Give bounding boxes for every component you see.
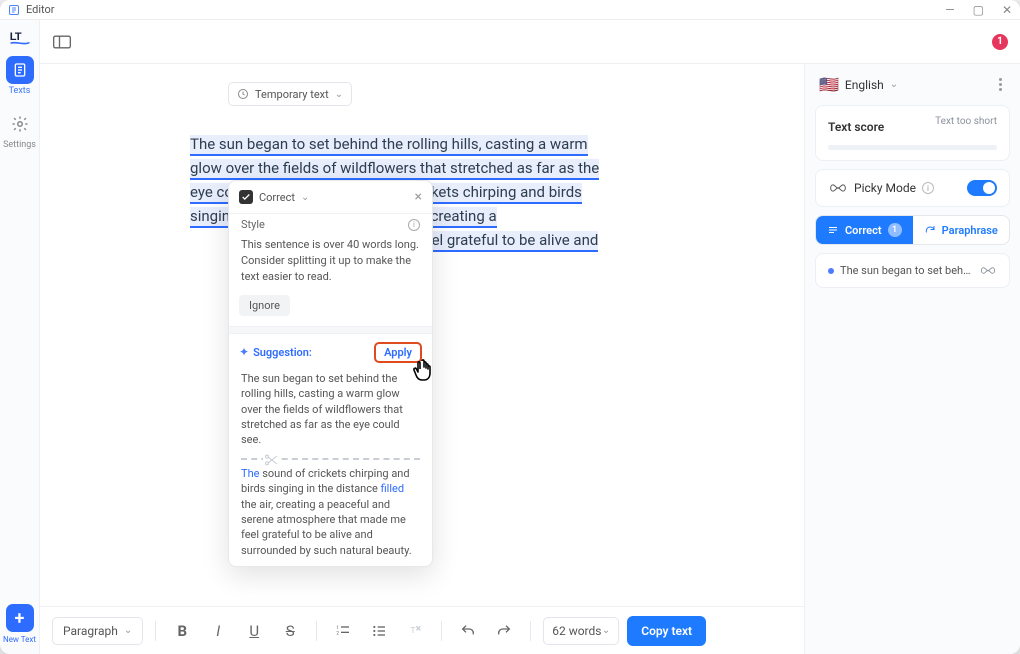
texts-nav-label: Texts	[9, 86, 31, 96]
italic-button[interactable]: I	[204, 617, 232, 645]
top-bar: 1	[40, 20, 1020, 64]
score-bar	[828, 145, 997, 150]
word-count-label: 62 words	[552, 624, 601, 638]
lines-icon	[827, 224, 839, 236]
score-title: Text score	[828, 120, 884, 134]
issue-dot-icon	[828, 268, 834, 274]
popup-type-label: Correct	[259, 191, 295, 204]
svg-text:LT: LT	[9, 31, 21, 43]
more-menu-button[interactable]	[995, 74, 1006, 95]
language-select[interactable]: English	[845, 78, 884, 92]
copy-text-button[interactable]: Copy text	[627, 616, 706, 646]
chevron-down-icon[interactable]: ⌄	[301, 192, 309, 203]
ordered-list-icon: 12	[335, 623, 351, 639]
app-title: Editor	[26, 3, 55, 16]
svg-text:2: 2	[337, 630, 340, 636]
settings-nav-label: Settings	[3, 140, 36, 150]
tab-correct-label: Correct	[845, 224, 882, 237]
chevron-down-icon[interactable]: ⌄	[890, 79, 898, 90]
clock-icon	[237, 88, 249, 100]
window-titlebar: Editor — ▢ ✕	[0, 0, 1020, 20]
document-icon	[12, 62, 28, 78]
info-icon[interactable]: i	[408, 219, 420, 231]
apply-button[interactable]: Apply	[374, 342, 422, 363]
chevron-down-icon: ⌄	[335, 89, 343, 100]
new-text-button[interactable]: +	[6, 604, 34, 632]
plus-icon: +	[15, 608, 25, 629]
texts-nav-button[interactable]	[6, 56, 34, 84]
lt-logo: LT	[9, 28, 31, 46]
text-score-card: Text score Text too short	[815, 105, 1010, 161]
unordered-list-icon	[371, 623, 387, 639]
infinity-icon	[979, 266, 997, 275]
split-indicator	[241, 458, 420, 460]
format-select[interactable]: Paragraph ⌄	[52, 617, 143, 645]
refresh-icon	[924, 224, 936, 236]
score-hint: Text too short	[935, 116, 997, 127]
window-minimize-button[interactable]: —	[945, 3, 954, 17]
picky-mode-label: Picky Mode	[854, 181, 916, 195]
svg-text:1: 1	[337, 625, 340, 631]
strikethrough-button[interactable]: S	[276, 617, 304, 645]
word-count[interactable]: 62 words ⌄	[543, 617, 619, 645]
suggestion-paragraph-2: The sound of crickets chirping and birds…	[229, 462, 432, 566]
ordered-list-button[interactable]: 12	[329, 617, 357, 645]
bottom-toolbar: Paragraph ⌄ B I U S 12 T	[40, 606, 804, 654]
sidebar-toggle-icon[interactable]	[52, 33, 72, 51]
gear-icon	[11, 115, 29, 133]
chevron-down-icon: ⌄	[124, 625, 132, 636]
scissors-icon	[263, 452, 279, 468]
redo-button[interactable]	[490, 617, 518, 645]
infinity-icon	[828, 183, 848, 193]
editor-area[interactable]: Temporary text ⌄ The sun began to set be…	[40, 64, 804, 606]
underline-button[interactable]: U	[240, 617, 268, 645]
window-maximize-button[interactable]: ▢	[973, 3, 984, 17]
tab-correct-count: 1	[888, 223, 902, 237]
picky-mode-row: Picky Mode i	[815, 169, 1010, 207]
redo-icon	[496, 623, 512, 639]
bold-button[interactable]: B	[168, 617, 196, 645]
flag-icon: 🇺🇸	[819, 77, 839, 93]
settings-nav-button[interactable]	[6, 110, 34, 138]
suggestion-label: Suggestion:	[253, 346, 312, 359]
app-icon	[8, 4, 20, 16]
right-panel: 🇺🇸 English ⌄ Text score Text too short P…	[804, 64, 1020, 654]
svg-text:T: T	[411, 626, 416, 636]
info-icon[interactable]: i	[922, 182, 934, 194]
title-chip-label: Temporary text	[255, 88, 329, 101]
undo-button[interactable]	[454, 617, 482, 645]
notification-badge[interactable]: 1	[992, 34, 1008, 50]
popup-close-button[interactable]: ×	[415, 189, 422, 205]
chevron-down-icon: ⌄	[602, 625, 610, 636]
window-close-button[interactable]: ✕	[1002, 3, 1012, 17]
tab-paraphrase-label: Paraphrase	[942, 224, 998, 237]
popup-description: This sentence is over 40 words long. Con…	[229, 231, 432, 295]
undo-icon	[460, 623, 476, 639]
issue-preview-text: The sun began to set behind the roll…	[840, 264, 973, 277]
popup-type-icon	[239, 190, 253, 204]
correction-popup: Correct ⌄ × Style i This sentence is ove…	[228, 180, 433, 567]
tab-correct[interactable]: Correct 1	[816, 216, 913, 244]
picky-mode-toggle[interactable]	[967, 180, 997, 196]
suggestion-paragraph-1: The sun began to set behind the rolling …	[229, 367, 432, 456]
new-text-label: New Text	[3, 635, 36, 644]
issue-list-item[interactable]: The sun began to set behind the roll…	[815, 253, 1010, 288]
popup-style-label: Style	[241, 218, 265, 231]
format-select-label: Paragraph	[63, 624, 118, 638]
ignore-button[interactable]: Ignore	[239, 295, 290, 316]
left-nav: LT Texts Settings + New Text	[0, 20, 40, 654]
clear-format-icon: T	[407, 623, 423, 639]
mode-tabs: Correct 1 Paraphrase	[815, 215, 1010, 245]
title-chip[interactable]: Temporary text ⌄	[228, 82, 352, 106]
tab-paraphrase[interactable]: Paraphrase	[913, 216, 1010, 244]
unordered-list-button[interactable]	[365, 617, 393, 645]
clear-format-button[interactable]: T	[401, 617, 429, 645]
sparkle-icon: ✦	[239, 345, 249, 359]
